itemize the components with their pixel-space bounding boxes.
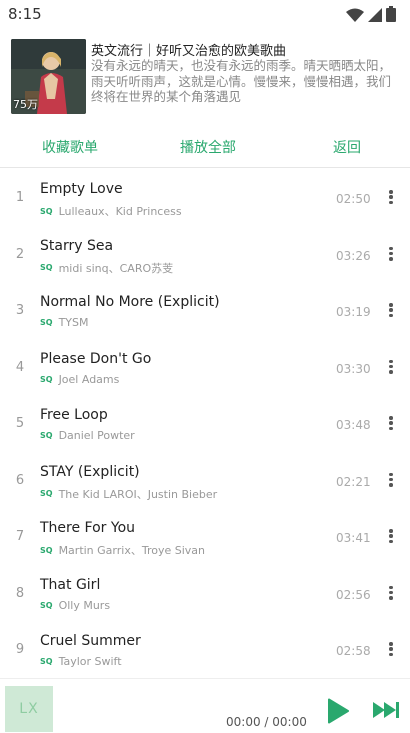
playlist-title: 英文流行｜好听又治愈的欧美歌曲: [91, 44, 287, 59]
song-row[interactable]: 1 Empty Love SQ Lulleaux、Kid Princess 02…: [0, 170, 410, 226]
back-button[interactable]: 返回: [333, 137, 361, 157]
more-vert-icon[interactable]: [384, 245, 398, 263]
sq-badge: SQ: [40, 206, 53, 216]
battery-icon: [386, 6, 396, 26]
action-bar: 收藏歌单 播放全部 返回: [0, 128, 410, 168]
song-artist: Taylor Swift: [58, 655, 122, 668]
playlist-description: 没有永远的晴天，也没有永远的雨季。晴天晒晒太阳，雨天听听雨声，这就是心情。慢慢来…: [91, 58, 392, 104]
song-duration: 02:58: [336, 644, 371, 658]
song-duration: 03:41: [336, 531, 371, 545]
song-meta: SQ Olly Murs: [40, 599, 110, 612]
sq-badge: SQ: [40, 263, 53, 272]
song-title: Cruel Summer: [40, 633, 141, 649]
song-row[interactable]: 4 Please Don't Go SQ Joel Adams 03:30: [0, 340, 410, 396]
sq-badge: SQ: [40, 431, 53, 440]
player-bar: LX 00:00 / 00:00: [0, 678, 410, 733]
song-duration: 03:19: [336, 305, 371, 319]
more-vert-icon[interactable]: [384, 301, 398, 319]
playlist-cover[interactable]: 75万: [11, 39, 86, 114]
song-title: Starry Sea: [40, 237, 114, 254]
sq-badge: SQ: [40, 545, 53, 555]
song-row[interactable]: 5 Free Loop SQ Daniel Powter 03:48: [0, 396, 410, 452]
more-vert-icon[interactable]: [384, 471, 398, 489]
song-index: 5: [15, 416, 25, 431]
song-index: 2: [15, 246, 25, 262]
sq-badge: SQ: [40, 657, 53, 666]
song-duration: 03:26: [336, 248, 371, 263]
song-meta: SQ Taylor Swift: [40, 655, 122, 668]
song-artist: Lulleaux、Kid Princess: [58, 205, 182, 218]
song-duration: 02:56: [336, 587, 371, 602]
song-row[interactable]: 9 Cruel Summer SQ Taylor Swift 02:58: [0, 622, 410, 678]
sq-badge: SQ: [40, 318, 53, 327]
song-artist: midi sinq、CARO苏芰: [58, 261, 174, 275]
song-meta: SQ Daniel Powter: [40, 429, 135, 442]
status-icons: [346, 6, 396, 26]
song-duration: 02:21: [336, 474, 371, 489]
song-meta: SQ Lulleaux、Kid Princess: [40, 203, 182, 219]
now-playing-cover[interactable]: LX: [5, 686, 53, 732]
song-row[interactable]: 6 STAY (Explicit) SQ The Kid LAROI、Justi…: [0, 453, 410, 509]
wifi-icon: [346, 7, 364, 26]
more-vert-icon[interactable]: [384, 414, 398, 432]
song-duration: 02:50: [336, 192, 371, 206]
song-title: That Girl: [40, 576, 101, 593]
song-title: Please Don't Go: [40, 350, 152, 367]
song-meta: SQ TYSM: [40, 316, 88, 329]
song-index: 4: [15, 359, 25, 375]
song-title: Empty Love: [40, 181, 123, 197]
more-vert-icon[interactable]: [384, 358, 398, 376]
song-row[interactable]: 7 There For You SQ Martin Garrix、Troye S…: [0, 509, 410, 565]
status-time: 8:15: [8, 5, 42, 23]
play-all-button[interactable]: 播放全部: [180, 137, 236, 157]
song-artist: Martin Garrix、Troye Sivan: [58, 544, 205, 557]
song-meta: SQ Joel Adams: [40, 373, 119, 386]
song-index: 9: [15, 642, 25, 657]
song-index: 8: [15, 585, 25, 601]
song-title: Normal No More (Explicit): [40, 294, 220, 310]
song-meta: SQ The Kid LAROI、Justin Bieber: [40, 486, 217, 502]
song-title: STAY (Explicit): [40, 463, 140, 480]
song-artist: Daniel Powter: [58, 429, 135, 442]
play-count: 75万: [13, 98, 38, 111]
play-icon[interactable]: [327, 698, 349, 728]
playlist-header: 75万 英文流行｜好听又治愈的欧美歌曲 没有永远的晴天，也没有永远的雨季。晴天晒…: [0, 36, 410, 120]
song-list[interactable]: 1 Empty Love SQ Lulleaux、Kid Princess 02…: [0, 170, 410, 678]
song-duration: 03:30: [336, 361, 371, 376]
playback-time: 00:00 / 00:00: [226, 715, 307, 729]
sq-badge: SQ: [40, 600, 53, 610]
more-vert-icon[interactable]: [384, 640, 398, 658]
cover-placeholder-text: LX: [19, 701, 39, 717]
signal-icon: [368, 7, 382, 26]
more-vert-icon[interactable]: [384, 527, 398, 545]
sq-badge: SQ: [40, 489, 53, 498]
favorite-playlist-button[interactable]: 收藏歌单: [42, 137, 98, 157]
song-row[interactable]: 2 Starry Sea SQ midi sinq、CARO苏芰 03:26: [0, 227, 410, 283]
song-row[interactable]: 3 Normal No More (Explicit) SQ TYSM 03:1…: [0, 283, 410, 339]
song-index: 3: [15, 303, 25, 318]
song-index: 6: [15, 472, 25, 488]
song-meta: SQ midi sinq、CARO苏芰: [40, 260, 173, 276]
song-title: There For You: [40, 520, 136, 536]
song-meta: SQ Martin Garrix、Troye Sivan: [40, 542, 205, 558]
song-artist: The Kid LAROI、Justin Bieber: [58, 487, 218, 501]
song-artist: Joel Adams: [58, 372, 120, 386]
song-index: 1: [15, 190, 25, 205]
more-vert-icon[interactable]: [384, 188, 398, 206]
song-index: 7: [15, 529, 25, 544]
more-vert-icon[interactable]: [384, 584, 398, 602]
song-title: Free Loop: [40, 407, 108, 423]
song-artist: Olly Murs: [58, 598, 111, 612]
status-bar: 8:15: [0, 0, 410, 30]
sq-badge: SQ: [40, 374, 53, 384]
song-row[interactable]: 8 That Girl SQ Olly Murs 02:56: [0, 566, 410, 622]
song-artist: TYSM: [58, 316, 89, 329]
skip-next-icon[interactable]: [372, 701, 400, 723]
song-duration: 03:48: [336, 418, 371, 432]
